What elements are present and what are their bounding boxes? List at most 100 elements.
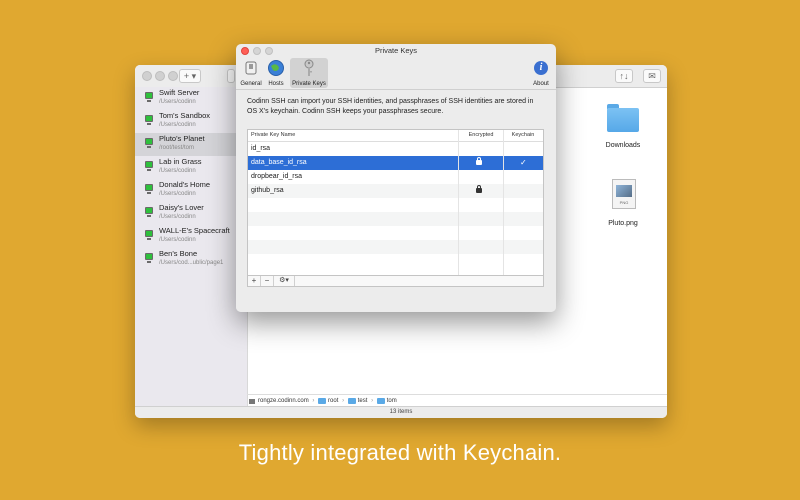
server-status-icon bbox=[145, 115, 153, 125]
status-bar: 13 items bbox=[135, 406, 667, 418]
table-toolbar: + − ⚙▾ bbox=[247, 276, 544, 287]
key-icon bbox=[304, 59, 314, 76]
empty-row bbox=[248, 198, 543, 212]
description-text: Codinn SSH can import your SSH identitie… bbox=[247, 98, 534, 115]
server-status-icon bbox=[145, 161, 153, 171]
zoom-window-button[interactable] bbox=[168, 71, 178, 81]
server-path: /Users/codinn bbox=[159, 168, 196, 174]
minimize-window-button[interactable] bbox=[253, 47, 261, 55]
server-status-icon bbox=[145, 184, 153, 194]
empty-row bbox=[248, 226, 543, 240]
sidebar-item-donalds-home[interactable]: Donald's Home /Users/codinn bbox=[135, 179, 247, 202]
envelope-icon: ✉ bbox=[648, 71, 656, 81]
sort-icon: ↑↓ bbox=[619, 71, 629, 81]
tab-label: General bbox=[240, 81, 262, 87]
empty-row bbox=[248, 212, 543, 226]
server-sidebar: Swift Server /Users/codinn Tom's Sandbox… bbox=[135, 87, 248, 407]
private-keys-table: Private Key Name Encrypted Keychain id_r… bbox=[247, 129, 544, 276]
downloads-folder-icon[interactable] bbox=[607, 104, 639, 132]
server-icon bbox=[249, 398, 255, 404]
server-name: Ben's Bone bbox=[159, 249, 198, 258]
server-status-icon bbox=[145, 138, 153, 148]
info-icon: i bbox=[534, 61, 548, 75]
server-path: /Users/codinn bbox=[159, 214, 196, 220]
window-title: Private Keys bbox=[374, 46, 418, 55]
server-path: /Users/codinn bbox=[159, 122, 196, 128]
empty-row bbox=[248, 254, 543, 268]
table-row[interactable]: dropbear_id_rsa bbox=[248, 170, 543, 184]
plus-icon: + bbox=[183, 71, 190, 81]
server-path: /Users/cod...ublic/page1 bbox=[159, 260, 224, 266]
sidebar-item-lab-in-grass[interactable]: Lab in Grass /Users/codinn bbox=[135, 156, 247, 179]
view-toggle-button[interactable] bbox=[227, 69, 235, 83]
key-name: github_rsa bbox=[251, 187, 284, 194]
server-path: /Users/codinn bbox=[159, 191, 196, 197]
server-name: Lab in Grass bbox=[159, 157, 202, 166]
server-status-icon bbox=[145, 92, 153, 102]
path-separator: › bbox=[342, 398, 345, 404]
action-menu-button[interactable]: ⚙▾ bbox=[274, 276, 295, 286]
folder-icon bbox=[347, 398, 356, 404]
key-name: dropbear_id_rsa bbox=[251, 173, 302, 180]
server-path: /Users/codinn bbox=[159, 99, 196, 105]
key-name: id_rsa bbox=[251, 145, 271, 152]
close-window-button[interactable] bbox=[142, 71, 152, 81]
server-path: /root/test/tom bbox=[159, 145, 195, 151]
tab-general[interactable]: General bbox=[239, 58, 263, 88]
marketing-caption: Tightly integrated with Keychain. bbox=[238, 440, 562, 465]
table-row[interactable]: id_rsa bbox=[248, 142, 543, 156]
tab-about[interactable]: i About bbox=[529, 58, 553, 88]
server-status-icon bbox=[145, 207, 153, 217]
path-host[interactable]: rongze.codinn.com bbox=[258, 398, 309, 404]
server-name: WALL-E's Spacecraft bbox=[159, 226, 230, 235]
checkmark-icon: ✓ bbox=[520, 158, 527, 167]
tab-label: Private Keys bbox=[292, 81, 326, 87]
add-server-button[interactable]: + ▾ bbox=[179, 69, 201, 83]
png-file-icon[interactable]: PNG bbox=[612, 179, 636, 209]
server-name: Pluto's Planet bbox=[159, 134, 205, 143]
zoom-window-button[interactable] bbox=[265, 47, 273, 55]
server-path: /Users/codinn bbox=[159, 237, 196, 243]
path-part-root[interactable]: root bbox=[328, 398, 338, 404]
add-key-button[interactable]: + bbox=[248, 276, 261, 286]
tab-label: About bbox=[533, 81, 549, 87]
sidebar-item-plutos-planet[interactable]: Pluto's Planet /root/test/tom bbox=[135, 133, 247, 156]
downloads-label: Downloads bbox=[605, 142, 641, 149]
table-row[interactable]: github_rsa bbox=[248, 184, 543, 198]
pluto-png-label: Pluto.png bbox=[608, 220, 638, 227]
gear-icon: ⚙ bbox=[279, 277, 286, 284]
sidebar-item-daisys-lover[interactable]: Daisy's Lover /Users/codinn bbox=[135, 202, 247, 225]
sidebar-item-bens-bone[interactable]: Ben's Bone /Users/cod...ublic/page1 bbox=[135, 248, 247, 271]
lock-icon bbox=[476, 157, 482, 165]
server-name: Swift Server bbox=[159, 88, 200, 97]
empty-row bbox=[248, 240, 543, 254]
close-window-button[interactable] bbox=[241, 47, 249, 55]
general-switch-icon bbox=[245, 61, 257, 75]
tab-label: Hosts bbox=[268, 81, 284, 87]
key-name: data_base_id_rsa bbox=[251, 159, 307, 166]
sort-button[interactable]: ↑↓ bbox=[615, 69, 633, 83]
server-status-icon bbox=[145, 230, 153, 240]
private-keys-pane: Codinn SSH can import your SSH identitie… bbox=[236, 90, 556, 312]
folder-icon bbox=[318, 398, 327, 404]
path-separator: › bbox=[371, 398, 374, 404]
tab-hosts[interactable]: Hosts bbox=[264, 58, 288, 88]
tab-private-keys[interactable]: Private Keys bbox=[290, 58, 328, 88]
column-divider bbox=[503, 130, 504, 275]
globe-icon bbox=[268, 60, 284, 76]
sidebar-item-wall-e-spacecraft[interactable]: WALL-E's Spacecraft /Users/codinn bbox=[135, 225, 247, 248]
share-button[interactable]: ✉ bbox=[643, 69, 661, 83]
png-badge: PNG bbox=[619, 200, 629, 205]
remove-key-button[interactable]: − bbox=[261, 276, 274, 286]
path-part-test[interactable]: test bbox=[358, 398, 368, 404]
column-divider bbox=[458, 130, 459, 275]
server-name: Tom's Sandbox bbox=[159, 111, 211, 120]
path-part-tom[interactable]: tom bbox=[387, 398, 397, 404]
server-name: Donald's Home bbox=[159, 180, 211, 189]
table-row[interactable]: data_base_id_rsa ✓ bbox=[248, 156, 543, 170]
folder-icon bbox=[376, 398, 385, 404]
minimize-window-button[interactable] bbox=[155, 71, 165, 81]
sidebar-item-swift-server[interactable]: Swift Server /Users/codinn bbox=[135, 87, 247, 110]
lock-icon bbox=[476, 185, 482, 193]
sidebar-item-toms-sandbox[interactable]: Tom's Sandbox /Users/codinn bbox=[135, 110, 247, 133]
